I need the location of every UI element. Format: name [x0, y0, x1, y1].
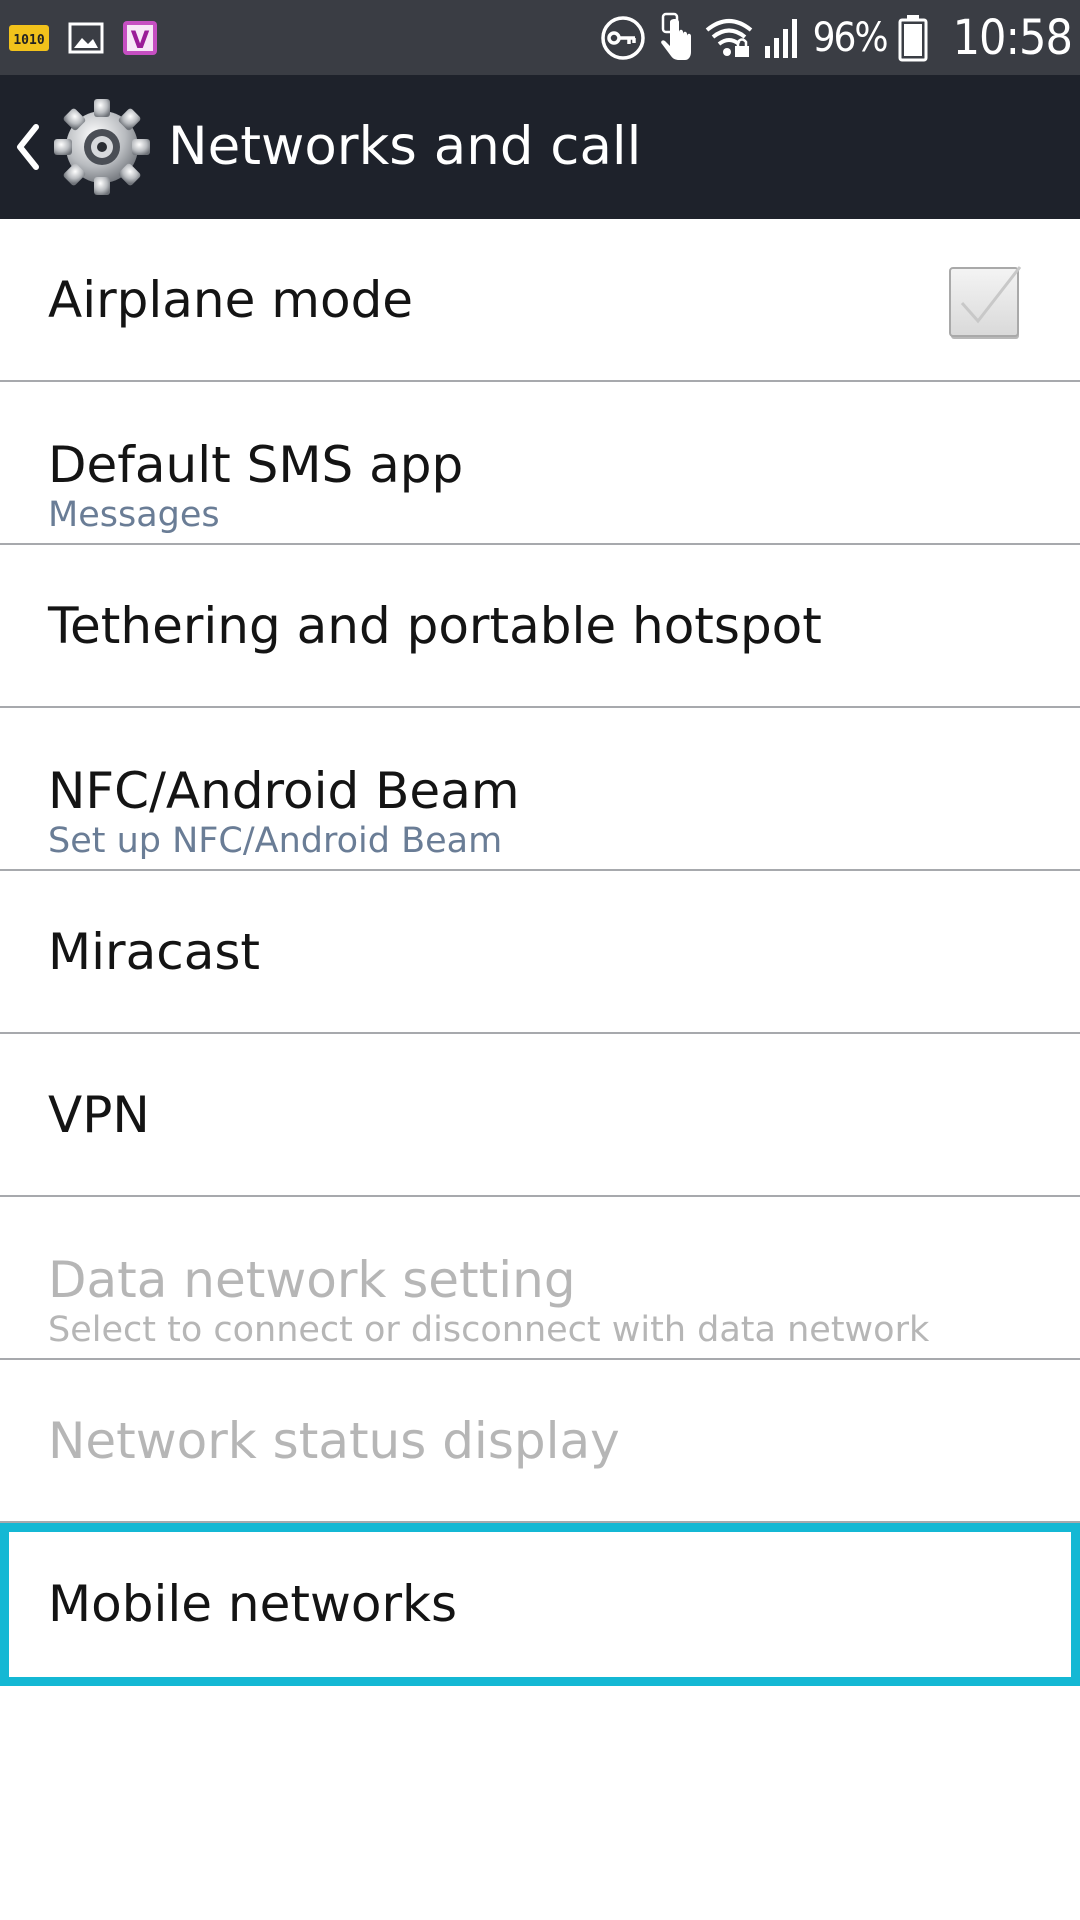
default-sms-app-item[interactable]: Default SMS app Messages — [0, 382, 1080, 545]
default-sms-app-subtitle: Messages — [48, 495, 220, 535]
back-chevron-icon[interactable] — [8, 117, 48, 177]
miracast-item[interactable]: Miracast — [0, 871, 1080, 1034]
settings-gear-icon[interactable] — [48, 93, 156, 201]
touch-icon — [660, 12, 691, 60]
v-app-icon: V — [123, 21, 157, 55]
clock: 10:58 — [952, 9, 1073, 66]
page-title: Networks and call — [168, 116, 642, 177]
data-network-setting-subtitle: Select to connect or disconnect with dat… — [48, 1310, 930, 1350]
battery-percent: 96% — [812, 14, 889, 61]
vpn-title: VPN — [48, 1086, 150, 1144]
airplane-mode-item[interactable]: Airplane mode — [0, 219, 1080, 382]
data-network-setting-title: Data network setting — [48, 1251, 576, 1309]
default-sms-app-title: Default SMS app — [48, 436, 464, 494]
action-bar: Networks and call — [0, 75, 1080, 219]
data-network-setting-item: Data network setting Select to connect o… — [0, 1197, 1080, 1360]
vpn-key-icon — [600, 15, 645, 60]
mobile-networks-title: Mobile networks — [48, 1575, 458, 1633]
miracast-title: Miracast — [48, 923, 261, 981]
1010-app-icon: 1010 — [9, 25, 49, 51]
network-status-display-title: Network status display — [48, 1412, 620, 1470]
nfc-android-beam-title: NFC/Android Beam — [48, 762, 520, 820]
svg-text:V: V — [131, 26, 150, 54]
nfc-android-beam-item[interactable]: NFC/Android Beam Set up NFC/Android Beam — [0, 708, 1080, 871]
network-status-display-item: Network status display — [0, 1360, 1080, 1523]
battery-icon — [898, 14, 928, 61]
image-icon — [68, 22, 104, 54]
status-bar: 1010 V 96% 10:58 — [0, 0, 1080, 75]
nfc-android-beam-subtitle: Set up NFC/Android Beam — [48, 821, 503, 861]
settings-list: Airplane mode Default SMS app Messages T… — [0, 219, 1080, 1686]
mobile-networks-item[interactable]: Mobile networks — [0, 1523, 1080, 1686]
vpn-item[interactable]: VPN — [0, 1034, 1080, 1197]
notification-icons: 1010 V — [8, 18, 160, 58]
airplane-mode-title: Airplane mode — [48, 271, 414, 329]
system-indicators: 96% 10:58 — [599, 0, 1073, 75]
svg-text:1010: 1010 — [13, 33, 44, 48]
tethering-hotspot-item[interactable]: Tethering and portable hotspot — [0, 545, 1080, 708]
wifi-icon — [705, 18, 752, 57]
airplane-mode-checkbox[interactable] — [948, 265, 1024, 341]
tethering-hotspot-title: Tethering and portable hotspot — [48, 597, 822, 655]
signal-icon — [764, 18, 797, 58]
